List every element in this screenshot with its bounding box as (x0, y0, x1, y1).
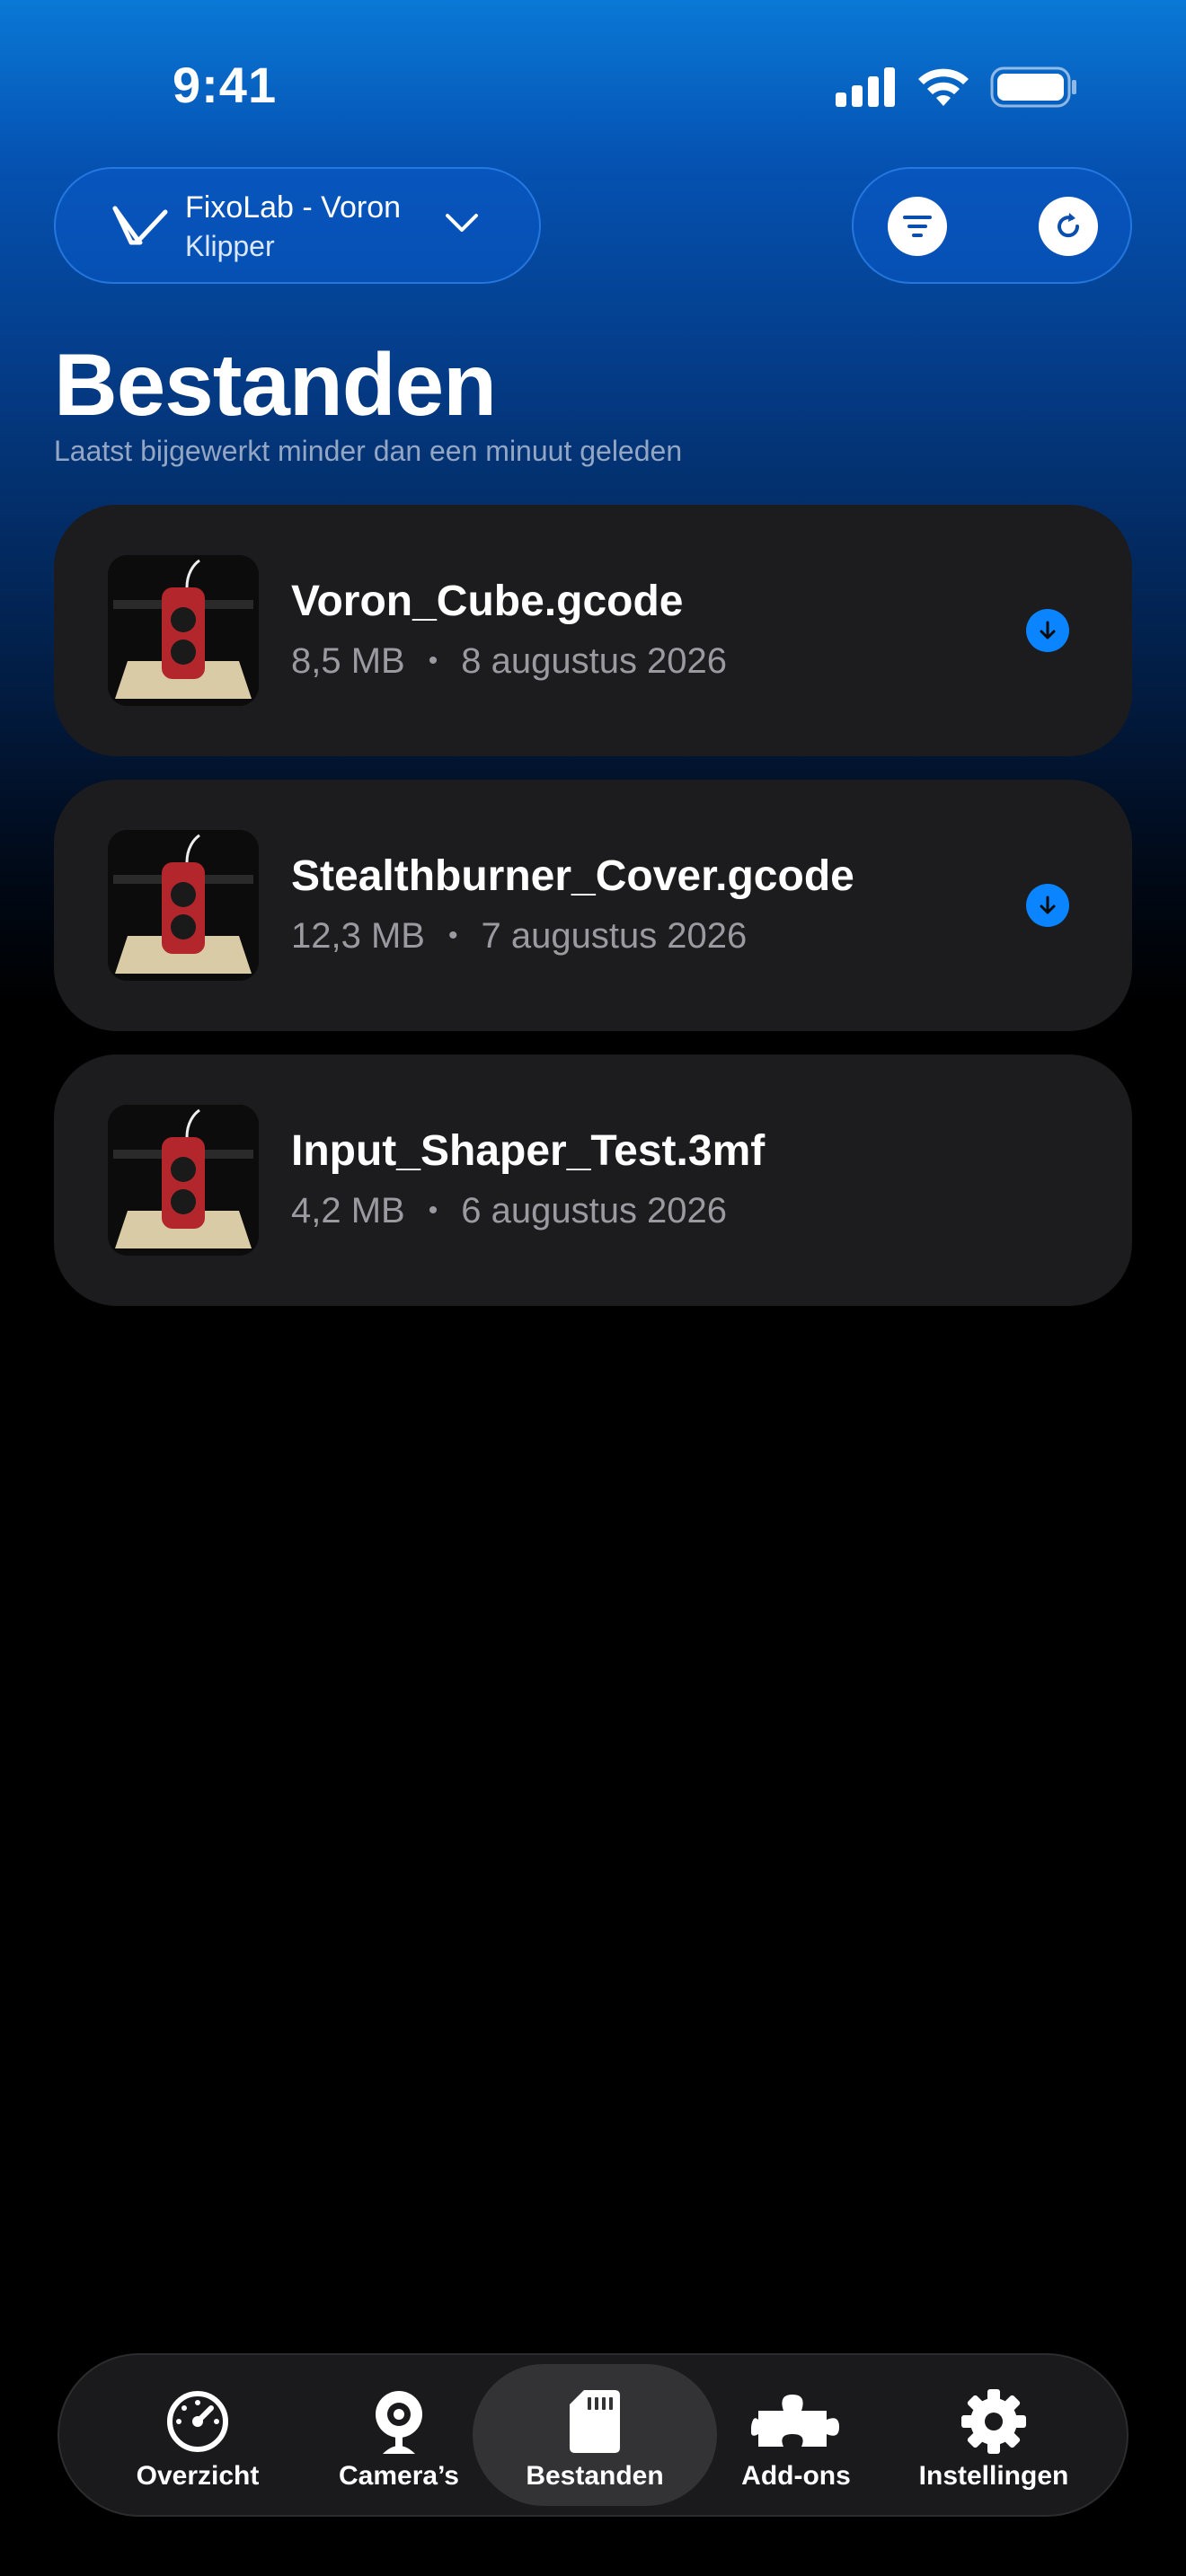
tab-label: Instellingen (918, 2461, 1069, 2491)
file-thumbnail (108, 1105, 259, 1256)
file-list: Voron_Cube.gcode 8,5 MB • 8 augustus 2026 … (54, 505, 1132, 1329)
file-meta: 8,5 MB • 8 augustus 2026 (291, 641, 727, 682)
sd-card-icon (570, 2390, 620, 2453)
puzzle-icon (751, 2395, 839, 2447)
printer-toolhead-image (108, 1105, 259, 1256)
file-size: 4,2 MB (291, 1191, 405, 1231)
tab-instellingen[interactable]: Instellingen (897, 2364, 1091, 2506)
meta-separator: • (428, 1195, 438, 1225)
file-size: 8,5 MB (291, 641, 405, 681)
printer-toolhead-image (108, 555, 259, 706)
tab-bar: Overzicht Camera’s Bestanden Add-ons Ins… (58, 2353, 1128, 2517)
download-button[interactable] (1026, 609, 1069, 652)
refresh-button[interactable] (1039, 197, 1098, 256)
tab-add-ons[interactable]: Add-ons (699, 2364, 893, 2506)
file-card[interactable]: Input_Shaper_Test.3mf 4,2 MB • 6 augustus … (54, 1054, 1132, 1306)
header-actions (852, 167, 1132, 284)
file-meta: 12,3 MB • 7 augustus 2026 (291, 916, 747, 957)
tab-bestanden[interactable]: Bestanden (473, 2364, 717, 2506)
gear-icon (961, 2389, 1026, 2454)
webcam-icon (376, 2391, 422, 2454)
printer-logo-icon (112, 206, 168, 245)
file-date: 8 augustus 2026 (461, 641, 728, 681)
cellular-signal-icon (836, 67, 895, 107)
speedometer-icon (167, 2391, 228, 2452)
meta-separator: • (428, 646, 438, 675)
file-name: Stealthburner_Cover.gcode (291, 852, 854, 900)
file-card[interactable]: Voron_Cube.gcode 8,5 MB • 8 augustus 2026 (54, 505, 1132, 756)
last-updated-text: Laatst bijgewerkt minder dan een minuut … (54, 435, 683, 467)
printer-toolhead-image (108, 830, 259, 981)
printer-selector[interactable]: FixoLab - Voron Klipper (54, 167, 541, 284)
file-date: 7 augustus 2026 (481, 916, 748, 956)
file-thumbnail (108, 830, 259, 981)
status-icons (836, 66, 1078, 108)
file-size: 12,3 MB (291, 916, 425, 956)
download-button[interactable] (1026, 884, 1069, 927)
tab-label: Overzicht (136, 2461, 260, 2491)
tab-cameras[interactable]: Camera’s (302, 2364, 496, 2506)
tab-overzicht[interactable]: Overzicht (101, 2364, 295, 2506)
file-card[interactable]: Stealthburner_Cover.gcode 12,3 MB • 7 augu… (54, 780, 1132, 1031)
tab-label: Camera’s (339, 2461, 459, 2491)
filter-button[interactable] (888, 197, 947, 256)
arrow-down-icon (1040, 621, 1056, 640)
wifi-icon (918, 68, 969, 106)
printer-firmware: Klipper (185, 230, 275, 262)
file-date: 6 augustus 2026 (461, 1191, 728, 1231)
file-name: Input_Shaper_Test.3mf (291, 1127, 766, 1175)
battery-icon (990, 66, 1076, 108)
status-time: 9:41 (173, 57, 278, 113)
arrow-down-icon (1040, 895, 1056, 914)
page-title: Bestanden (54, 335, 497, 434)
file-name: Voron_Cube.gcode (291, 578, 684, 625)
filter-icon (903, 216, 932, 237)
file-meta: 4,2 MB • 6 augustus 2026 (291, 1191, 727, 1231)
printer-name: FixoLab - Voron (185, 190, 402, 225)
chevron-down-icon (446, 214, 478, 232)
tab-label: Bestanden (526, 2461, 664, 2491)
tab-label: Add-ons (741, 2461, 851, 2491)
meta-separator: • (447, 921, 458, 950)
file-thumbnail (108, 555, 259, 706)
refresh-icon (1058, 213, 1080, 238)
